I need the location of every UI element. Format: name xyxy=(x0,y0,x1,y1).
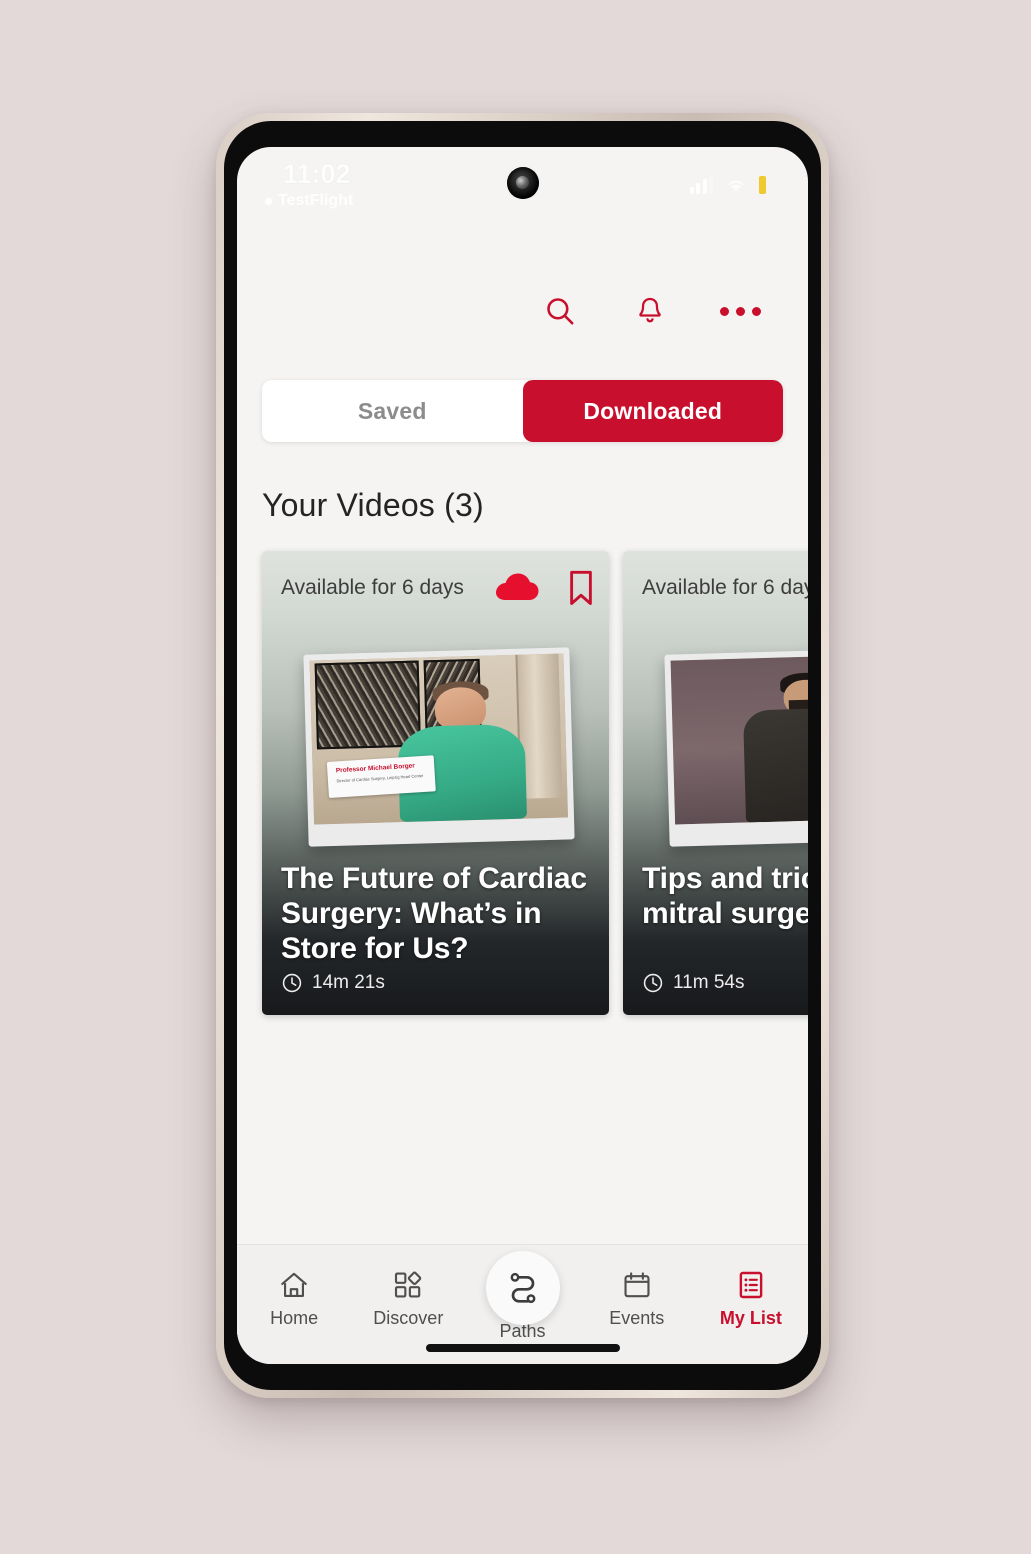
video-duration: 14m 21s xyxy=(281,972,385,994)
nav-label-events: Events xyxy=(609,1308,665,1328)
video-card[interactable]: Available for 6 day Tips and tric redo m… xyxy=(623,551,808,1015)
search-icon xyxy=(547,298,574,325)
video-thumbnail: Professor Michael Borger Director of Car… xyxy=(303,647,575,847)
search-button[interactable] xyxy=(538,289,582,333)
video-card-header: Available for 6 day xyxy=(623,551,808,625)
video-duration: 11m 54s xyxy=(642,972,744,994)
video-card-header: Available for 6 days xyxy=(262,551,609,625)
battery-icon xyxy=(759,176,766,194)
video-duration-label: 14m 21s xyxy=(312,972,385,993)
phone-device-frame: 11:02 TestFlight Saved Downloaded Your V… xyxy=(216,113,829,1398)
paths-fab-button[interactable] xyxy=(485,1251,560,1325)
nav-label-my-list: My List xyxy=(719,1308,782,1328)
nav-item-my-list[interactable]: My List xyxy=(694,1269,808,1329)
nav-item-discover[interactable]: Discover xyxy=(351,1269,465,1329)
nav-item-home[interactable]: Home xyxy=(237,1269,351,1329)
paths-route-icon xyxy=(510,1272,535,1304)
downloaded-videos-list[interactable]: Available for 6 days Professor Michael B… xyxy=(262,551,808,1015)
nav-item-events[interactable]: Events xyxy=(580,1269,694,1329)
speaker-nametag-overlay: Professor Michael Borger Director of Car… xyxy=(327,755,436,799)
video-thumbnail xyxy=(664,647,808,847)
bookmark-icon[interactable] xyxy=(566,569,596,607)
clock-icon xyxy=(643,973,663,993)
app-bar xyxy=(237,265,808,357)
page-title: Your Videos (3) xyxy=(262,487,484,523)
wifi-icon xyxy=(728,180,744,192)
notifications-button[interactable] xyxy=(628,289,672,333)
video-title: The Future of Cardiac Surgery: What’s in… xyxy=(281,862,587,966)
status-bar: 11:02 TestFlight xyxy=(237,147,808,219)
signal-bars-icon xyxy=(689,176,713,194)
status-bar-indicators xyxy=(689,170,766,194)
overflow-menu-button[interactable] xyxy=(718,289,762,333)
video-card[interactable]: Available for 6 days Professor Michael B… xyxy=(262,551,609,1015)
discover-grid-icon xyxy=(395,1271,422,1298)
video-thumbnail-frame: Professor Michael Borger Director of Car… xyxy=(309,653,569,825)
speaker-role: Director of Cardiac Surgery, Leipzig Hea… xyxy=(336,772,424,784)
more-options-icon xyxy=(719,306,761,316)
status-bar-app-label: TestFlight xyxy=(265,192,353,210)
cloud-downloaded-icon xyxy=(495,573,539,600)
tab-downloaded[interactable]: Downloaded xyxy=(522,380,783,442)
speaker-name: Professor Michael Borger xyxy=(335,762,416,775)
bell-icon xyxy=(639,297,661,323)
calendar-icon xyxy=(624,1272,650,1298)
status-bar-dot-icon xyxy=(265,197,272,205)
home-icon xyxy=(281,1272,307,1297)
phone-screen: 11:02 TestFlight Saved Downloaded Your V… xyxy=(237,147,808,1364)
availability-label: Available for 6 days xyxy=(281,576,464,599)
bottom-navigation-bar: Home Discover Paths Events My List xyxy=(237,1244,808,1364)
video-duration-label: 11m 54s xyxy=(673,972,745,993)
nav-label-discover: Discover xyxy=(373,1308,444,1328)
clock-icon xyxy=(282,973,302,993)
video-title: Tips and tric redo mitral surgery xyxy=(642,862,808,931)
home-indicator-bar xyxy=(425,1344,620,1352)
nav-label-home: Home xyxy=(270,1308,319,1328)
nav-item-paths[interactable]: Paths xyxy=(465,1251,579,1342)
list-icon xyxy=(739,1271,763,1299)
status-bar-app-name: TestFlight xyxy=(278,192,354,209)
availability-label: Available for 6 day xyxy=(642,576,808,599)
front-camera-punch-hole xyxy=(506,167,539,199)
bottom-nav-items: Home Discover Paths Events My List xyxy=(237,1251,808,1342)
tab-saved[interactable]: Saved xyxy=(262,380,523,442)
saved-downloaded-segmented-control: Saved Downloaded xyxy=(262,380,783,442)
video-thumbnail-frame xyxy=(670,653,808,825)
status-bar-clock: 11:02 xyxy=(283,159,351,189)
